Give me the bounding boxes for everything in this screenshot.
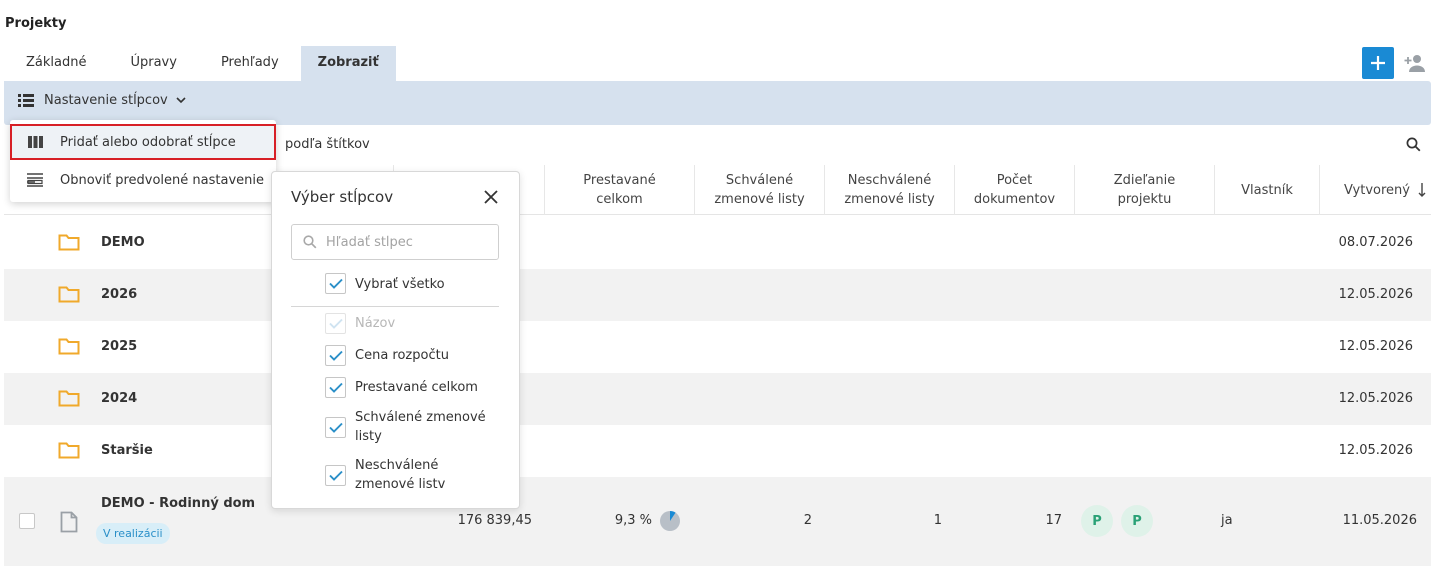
folder-name: DEMO bbox=[101, 235, 145, 250]
tab-basic[interactable]: Základné bbox=[4, 46, 108, 81]
folder-name: 2025 bbox=[101, 339, 138, 354]
column-option-checkbox[interactable] bbox=[325, 465, 346, 486]
list-icon bbox=[18, 94, 34, 107]
folder-icon bbox=[58, 338, 80, 355]
row-checkbox[interactable] bbox=[19, 513, 35, 529]
tab-edits[interactable]: Úpravy bbox=[108, 46, 198, 81]
check-icon bbox=[328, 470, 343, 481]
progress-pie-icon bbox=[660, 511, 680, 531]
column-option-checkbox[interactable] bbox=[325, 377, 346, 398]
column-option-label: Prestavané celkom bbox=[355, 380, 478, 395]
add-remove-columns-item[interactable]: Pridať alebo odobrať stĺpce bbox=[10, 124, 276, 160]
column-search-field bbox=[291, 224, 499, 260]
column-header-rebuilt-total[interactable]: Prestavané celkom bbox=[544, 165, 694, 215]
table-row bbox=[4, 566, 1431, 574]
column-option-label: Názov bbox=[355, 316, 396, 331]
column-header-owner[interactable]: Vlastník bbox=[1214, 165, 1319, 215]
created-date: 08.07.2026 bbox=[1338, 235, 1413, 250]
column-option-checkbox[interactable] bbox=[325, 417, 346, 438]
document-icon bbox=[60, 511, 78, 533]
columns-settings-label: Nastavenie stĺpcov bbox=[44, 93, 168, 108]
page-title: Projekty bbox=[5, 16, 67, 31]
documents-cell: 17 bbox=[1045, 513, 1062, 528]
created-date: 12.05.2026 bbox=[1338, 287, 1413, 302]
column-picker-panel: Výber stĺpcov Vybrať všetko Názov Cena r… bbox=[271, 171, 520, 509]
folder-icon bbox=[58, 442, 80, 459]
add-project-button[interactable] bbox=[1362, 47, 1394, 79]
plus-icon bbox=[1371, 56, 1385, 70]
columns-icon bbox=[27, 136, 43, 148]
check-icon bbox=[328, 382, 343, 393]
check-icon bbox=[328, 422, 343, 433]
column-option-checkbox bbox=[325, 313, 346, 334]
tab-view[interactable]: Zobraziť bbox=[300, 46, 396, 81]
folder-row[interactable]: DEMO 08.07.2026 bbox=[4, 217, 1431, 269]
search-icon[interactable] bbox=[1406, 137, 1421, 152]
close-icon[interactable] bbox=[483, 189, 499, 205]
folder-icon bbox=[58, 234, 80, 251]
reset-defaults-item[interactable]: Obnoviť predvolené nastavenie bbox=[10, 162, 276, 198]
approved-cell: 2 bbox=[803, 513, 812, 528]
reset-layout-icon bbox=[27, 173, 43, 187]
columns-settings-button[interactable]: Nastavenie stĺpcov bbox=[18, 93, 186, 108]
column-option-checkbox[interactable] bbox=[325, 345, 346, 366]
folder-row[interactable]: 2026 12.05.2026 bbox=[4, 269, 1431, 321]
divider bbox=[291, 306, 499, 307]
column-search-input[interactable] bbox=[326, 225, 494, 259]
check-icon bbox=[328, 350, 343, 361]
owner-cell: ja bbox=[1221, 513, 1233, 528]
column-picker-title: Výber stĺpcov bbox=[291, 188, 394, 206]
created-date: 12.05.2026 bbox=[1338, 391, 1413, 406]
project-name: DEMO - Rodinný dom bbox=[101, 496, 256, 511]
columns-settings-menu: Pridať alebo odobrať stĺpce Obnoviť pred… bbox=[10, 120, 276, 202]
sort-desc-icon bbox=[1418, 183, 1426, 197]
reset-defaults-label: Obnoviť predvolené nastavenie bbox=[60, 172, 264, 188]
tab-bar: Základné Úpravy Prehľady Zobraziť bbox=[4, 46, 396, 81]
tab-overviews[interactable]: Prehľady bbox=[199, 46, 301, 81]
column-header-unapproved[interactable]: Neschválené zmenové listy bbox=[824, 165, 954, 215]
unapproved-cell: 1 bbox=[933, 513, 942, 528]
add-user-icon[interactable] bbox=[1404, 53, 1426, 73]
folder-name: 2024 bbox=[101, 391, 138, 406]
folder-row[interactable]: 2025 12.05.2026 bbox=[4, 321, 1431, 373]
budget-cell: 176 839,45 bbox=[457, 513, 532, 528]
folder-icon bbox=[58, 390, 80, 407]
created-date: 12.05.2026 bbox=[1338, 443, 1413, 458]
select-all-label: Vybrať všetko bbox=[355, 277, 445, 292]
folder-name: 2026 bbox=[101, 287, 138, 302]
folder-row[interactable]: 2024 12.05.2026 bbox=[4, 373, 1431, 425]
column-option-label: Cena rozpočtu bbox=[355, 348, 449, 363]
project-row[interactable]: DEMO - Rodinný dom V realizácii 176 839,… bbox=[4, 477, 1431, 566]
tag-filter[interactable]: podľa štítkov bbox=[285, 137, 370, 152]
chevron-down-icon bbox=[176, 97, 186, 104]
column-header-approved[interactable]: Schválené zmenové listy bbox=[694, 165, 824, 215]
search-icon bbox=[303, 235, 317, 249]
check-icon bbox=[328, 318, 343, 329]
check-icon bbox=[328, 278, 343, 289]
add-remove-columns-label: Pridať alebo odobrať stĺpce bbox=[60, 134, 236, 150]
rebuilt-percent-cell: 9,3 % bbox=[614, 513, 652, 528]
share-avatar[interactable]: P bbox=[1121, 505, 1153, 537]
column-option-label: Neschválené zmenové listv bbox=[355, 458, 446, 492]
column-header-created[interactable]: Vytvorený bbox=[1319, 165, 1431, 215]
folder-row[interactable]: Staršie 12.05.2026 bbox=[4, 425, 1431, 477]
column-header-sharing[interactable]: Zdieľanie projektu bbox=[1074, 165, 1214, 215]
select-all-checkbox[interactable] bbox=[325, 273, 346, 294]
created-date: 11.05.2026 bbox=[1342, 513, 1417, 528]
column-header-documents[interactable]: Počet dokumentov bbox=[954, 165, 1074, 215]
created-date: 12.05.2026 bbox=[1338, 339, 1413, 354]
status-badge: V realizácii bbox=[96, 523, 170, 544]
share-avatar[interactable]: P bbox=[1081, 505, 1113, 537]
folder-icon bbox=[58, 286, 80, 303]
column-option-label: Schválené zmenové listy bbox=[355, 410, 486, 444]
folder-name: Staršie bbox=[101, 443, 153, 458]
view-toolbar: Nastavenie stĺpcov bbox=[4, 81, 1431, 125]
